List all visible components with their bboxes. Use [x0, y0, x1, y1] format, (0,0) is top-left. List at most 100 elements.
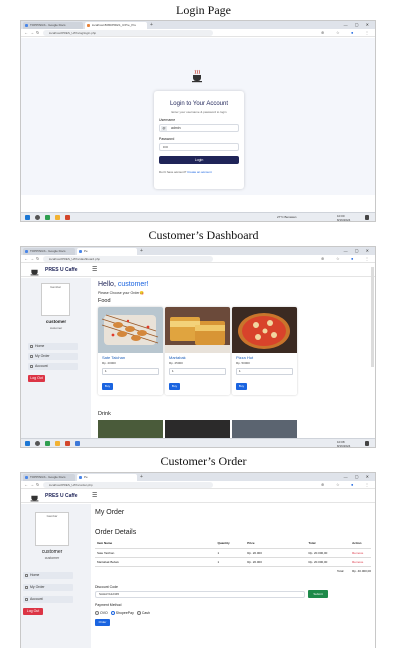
profile-icon[interactable]: ●: [351, 29, 353, 37]
start-icon[interactable]: [25, 441, 30, 446]
create-account-link[interactable]: Create an account: [187, 170, 212, 174]
app-icon[interactable]: [65, 441, 70, 446]
quantity-input[interactable]: 1: [236, 368, 293, 375]
forward-icon[interactable]: →: [30, 481, 34, 489]
tab-google-docs[interactable]: TOPPINGS - Google Docs: [23, 474, 75, 481]
profile-icon[interactable]: ●: [351, 481, 353, 489]
password-field[interactable]: ••••: [159, 143, 239, 151]
buy-button[interactable]: Buy: [102, 383, 113, 390]
caption-dashboard: Customer’s Dashboard: [148, 228, 259, 242]
radio-cash[interactable]: [136, 611, 141, 616]
product-card: Sate Taichan Rp. 20000 1 Buy: [98, 307, 163, 395]
hamburger-icon[interactable]: ☰: [92, 492, 97, 499]
radio-shopeepay[interactable]: [110, 611, 115, 616]
chrome-icon[interactable]: [45, 441, 50, 446]
star-icon[interactable]: ☆: [336, 481, 340, 489]
sidebar-item-home[interactable]: Home: [23, 572, 73, 579]
url-field[interactable]: localhost/PRES_U/Prelog/login.php: [43, 30, 213, 36]
order-button[interactable]: Order: [95, 619, 110, 626]
taskbar: 27°C Berawan 10:00 8/16/2024: [21, 212, 375, 221]
reload-icon[interactable]: ↻: [36, 29, 39, 37]
submit-button[interactable]: Submit: [308, 590, 328, 598]
hamburger-icon[interactable]: ☰: [92, 266, 97, 273]
profile-icon[interactable]: ●: [351, 255, 353, 263]
user-name: customer: [41, 549, 63, 555]
sidebar-item-my-order[interactable]: My Order: [23, 584, 73, 591]
search-icon[interactable]: [35, 441, 40, 446]
address-bar: ← → ↻ localhost/PRES_U/Prelog/login.php …: [21, 29, 375, 37]
tab-strip: TOPPINGS - Google Docs Pe + — ▢ ✕: [21, 247, 375, 255]
vscode-icon[interactable]: [75, 441, 80, 446]
notification-icon[interactable]: [365, 215, 369, 220]
forward-icon[interactable]: →: [30, 255, 34, 263]
sidebar-item-home[interactable]: Home: [28, 343, 78, 350]
tab-google-docs[interactable]: TOPPINGS - Google Docs: [23, 22, 83, 29]
brand-name[interactable]: PRES U Caffe: [45, 493, 78, 499]
folder-icon[interactable]: [55, 215, 60, 220]
window-controls[interactable]: — ▢ ✕: [344, 247, 372, 255]
sidebar-item-my-order[interactable]: My Order: [28, 353, 78, 360]
reload-icon[interactable]: ↻: [36, 255, 39, 263]
extensions-icon[interactable]: ⊕: [321, 255, 324, 263]
extensions-icon[interactable]: ⊕: [321, 481, 324, 489]
address-bar: ← → ↻ localhost/PRES_U/Pre/order.php ⊕ ☆…: [21, 481, 375, 489]
back-icon[interactable]: ←: [24, 29, 28, 37]
tab-google-docs[interactable]: TOPPINGS - Google Docs: [23, 248, 75, 255]
start-icon[interactable]: [25, 215, 30, 220]
sidebar-item-account[interactable]: Account: [28, 363, 78, 370]
url-field[interactable]: localhost/PRES_U/Pre/order.php: [43, 482, 213, 488]
quantity-input[interactable]: 1: [169, 368, 226, 375]
extensions-icon[interactable]: ⊕: [321, 29, 324, 37]
menu-dots-icon[interactable]: ⋮: [365, 481, 369, 489]
avatar: Gambar: [41, 283, 70, 316]
tab-app[interactable]: Pe: [77, 248, 137, 255]
remove-link[interactable]: Remove: [350, 557, 371, 567]
notification-icon[interactable]: [365, 441, 369, 446]
star-icon[interactable]: ☆: [336, 29, 340, 37]
quantity-input[interactable]: 1: [102, 368, 159, 375]
tab-app[interactable]: Pe: [77, 474, 137, 481]
header-item-name: Item Name: [95, 539, 216, 549]
tab-login[interactable]: localhost:8080/PRES_U/Pre_Pre: [85, 22, 147, 29]
search-icon[interactable]: [35, 215, 40, 220]
item-name: Martabak Bebek: [95, 557, 216, 567]
table-total-row: Total: Rp. 40.000,00: [95, 566, 371, 575]
sidebar-item-account[interactable]: Account: [23, 596, 73, 603]
logout-button[interactable]: Log Out: [23, 608, 43, 615]
brand-name[interactable]: PRES U Caffe: [45, 267, 78, 273]
back-icon[interactable]: ←: [24, 481, 28, 489]
login-footer: Don't have account? Create an account: [159, 170, 212, 174]
buy-button[interactable]: Buy: [169, 383, 180, 390]
star-icon[interactable]: ☆: [336, 255, 340, 263]
buy-button[interactable]: Buy: [236, 383, 247, 390]
username-field[interactable]: @ admin: [159, 124, 239, 132]
forward-icon[interactable]: →: [30, 29, 34, 37]
drink-image: [165, 420, 230, 440]
menu-dots-icon[interactable]: ⋮: [365, 255, 369, 263]
window-controls[interactable]: — ▢ ✕: [344, 473, 372, 481]
new-tab-icon[interactable]: +: [140, 473, 143, 481]
new-tab-icon[interactable]: +: [150, 21, 153, 29]
discount-input[interactable]: SAHAYA12345: [95, 591, 305, 598]
clock: 10:08 8/16/2024: [337, 440, 351, 448]
app-header: PRES U Caffe ☰: [21, 490, 375, 503]
home-icon: [30, 345, 33, 348]
remove-link[interactable]: Remove: [350, 548, 371, 558]
payment-option-label: ShopeePay: [115, 611, 134, 615]
drink-image: [98, 420, 163, 440]
back-icon[interactable]: ←: [24, 255, 28, 263]
app-icon[interactable]: [65, 215, 70, 220]
folder-icon[interactable]: [55, 441, 60, 446]
url-field[interactable]: localhost/PRES_U/Pre/dashboard.php: [43, 256, 213, 262]
login-page: Login to Your Account Enter your usernam…: [21, 38, 375, 195]
chrome-icon[interactable]: [45, 215, 50, 220]
radio-ovo[interactable]: [95, 611, 99, 616]
window-controls[interactable]: — ▢ ✕: [344, 21, 372, 29]
new-tab-icon[interactable]: +: [140, 247, 143, 255]
product-name: Martabak: [169, 355, 186, 360]
logout-button[interactable]: Log Out: [28, 375, 45, 382]
login-button[interactable]: Login: [159, 156, 239, 164]
scrollbar[interactable]: [371, 267, 374, 367]
reload-icon[interactable]: ↻: [36, 481, 39, 489]
menu-dots-icon[interactable]: ⋮: [365, 29, 369, 37]
